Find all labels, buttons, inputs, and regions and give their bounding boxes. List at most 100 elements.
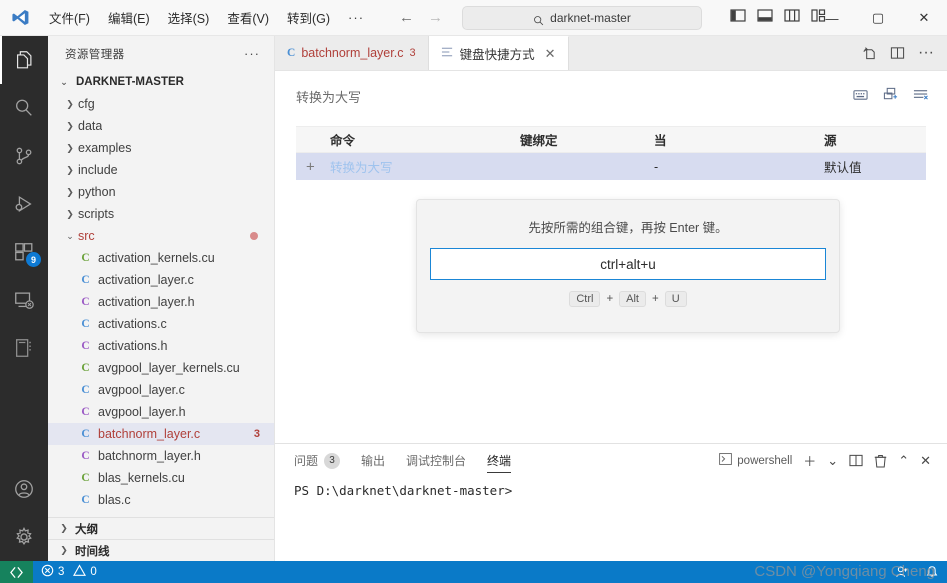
close-window-button[interactable]: ✕ [901, 0, 947, 36]
file-batchnorm-layer-h[interactable]: C batchnorm_layer.h [48, 445, 274, 467]
panel-tab-debug-console[interactable]: 调试控制台 [406, 444, 466, 477]
window-controls: — ▢ ✕ [809, 0, 947, 36]
file-icon-c: C [81, 494, 90, 506]
command-center-search[interactable]: darknet-master [462, 6, 702, 30]
terminal-prompt-line: PS D:\darknet\darknet-master> [294, 483, 513, 498]
activity-explorer[interactable] [0, 36, 48, 84]
panel-tab-terminal[interactable]: 终端 [487, 444, 512, 477]
status-account-icon[interactable] [887, 561, 917, 583]
file-activations-h[interactable]: C activations.h [48, 335, 274, 357]
file-activation-layer-c[interactable]: C activation_layer.c [48, 269, 274, 291]
error-count: 3 [58, 566, 65, 578]
table-row[interactable]: + 转换为大写 - 默认值 [296, 153, 926, 180]
tab-close-icon[interactable]: ✕ [545, 46, 556, 62]
activity-remote-explorer[interactable] [0, 276, 48, 324]
folder-include[interactable]: ❯ include [48, 159, 274, 181]
file-blas-kernels-cu[interactable]: C blas_kernels.cu [48, 467, 274, 489]
panel-tab-problems[interactable]: 问题 3 [294, 444, 341, 477]
column-header-keybinding: 键绑定 [520, 134, 558, 148]
menu-selection[interactable]: 选择(S) [159, 4, 219, 31]
file-avgpool-layer-kernels-cu[interactable]: C avgpool_layer_kernels.cu [48, 357, 274, 379]
status-notifications-bell-icon[interactable] [917, 561, 947, 583]
file-activation-layer-h[interactable]: C activation_layer.h [48, 291, 274, 313]
keybindings-search-input[interactable]: 转换为大写 [296, 85, 843, 108]
file-label: avgpool_layer_kernels.cu [98, 361, 240, 375]
chevron-right-icon: ❯ [66, 208, 74, 219]
activity-extensions[interactable]: 9 [0, 228, 48, 276]
keybindings-toolbar: 转换为大写 [275, 71, 947, 118]
close-panel-icon[interactable]: ✕ [920, 453, 931, 469]
split-editor-right-icon[interactable] [862, 46, 877, 61]
file-label: batchnorm_layer.h [98, 449, 201, 463]
sidebar-section-outline[interactable]: ❯ 大纲 [48, 517, 274, 539]
folder-data[interactable]: ❯ data [48, 115, 274, 137]
clear-filter-icon[interactable] [913, 88, 929, 106]
editor-more-actions-icon[interactable]: ··· [918, 44, 934, 62]
file-batchnorm-layer-c[interactable]: C batchnorm_layer.c 3 [48, 423, 274, 445]
menu-edit[interactable]: 编辑(E) [99, 4, 159, 31]
split-terminal-icon[interactable] [849, 454, 863, 467]
status-problems[interactable]: 3 0 [33, 561, 105, 583]
toggle-panel-icon[interactable] [757, 8, 773, 23]
activity-settings[interactable] [0, 513, 48, 561]
file-activations-c[interactable]: C activations.c [48, 313, 274, 335]
activity-source-control[interactable] [0, 132, 48, 180]
folder-examples[interactable]: ❯ examples [48, 137, 274, 159]
panel-tabs: 问题 3 输出 调试控制台 终端 powershell ＋ ⌄ ⌃ ✕ [275, 444, 947, 477]
cell-command-label: 转换为大写 [330, 161, 393, 175]
folder-label: scripts [78, 207, 115, 221]
split-editor-icon[interactable] [890, 46, 905, 60]
terminal-dropdown-icon[interactable]: ⌄ [827, 453, 838, 469]
terminal-shell-selector[interactable]: powershell [719, 453, 792, 468]
new-terminal-icon[interactable]: ＋ [803, 451, 816, 470]
folder-cfg[interactable]: ❯ cfg [48, 93, 274, 115]
toggle-primary-sidebar-icon[interactable] [730, 8, 746, 23]
menu-bar: 文件(F) 编辑(E) 选择(S) 查看(V) 转到(G) ··· [40, 4, 373, 31]
maximize-panel-icon[interactable]: ⌃ [898, 453, 909, 469]
menu-file[interactable]: 文件(F) [40, 4, 99, 31]
activity-notebook[interactable] [0, 324, 48, 372]
tab-keyboard-shortcuts[interactable]: 键盘快捷方式 ✕ [428, 36, 569, 70]
terminal-shell-name: powershell [737, 454, 793, 467]
folder-label: src [78, 229, 95, 243]
folder-python[interactable]: ❯ python [48, 181, 274, 203]
keybindings-icon [441, 46, 454, 61]
folder-src[interactable]: ⌄ src [48, 225, 274, 247]
file-activation-kernels-cu[interactable]: C activation_kernels.cu [48, 247, 274, 269]
status-remote-indicator[interactable] [0, 561, 33, 583]
folder-scripts[interactable]: ❯ scripts [48, 203, 274, 225]
menu-view[interactable]: 查看(V) [218, 4, 278, 31]
file-icon-h: C [81, 450, 90, 462]
activity-run-debug[interactable] [0, 180, 48, 228]
maximize-button[interactable]: ▢ [855, 0, 901, 36]
toggle-secondary-sidebar-icon[interactable] [784, 8, 800, 23]
panel-tab-label: 问题 [294, 454, 319, 468]
activity-search[interactable] [0, 84, 48, 132]
outline-label: 大纲 [75, 523, 98, 536]
keybindings-table: 命令 键绑定 当 源 + 转换为大写 - 默认值 [275, 126, 947, 180]
file-avgpool-layer-c[interactable]: C avgpool_layer.c [48, 379, 274, 401]
key-chip-ctrl: Ctrl [569, 291, 601, 307]
workspace-root-row[interactable]: ⌄ DARKNET-MASTER [48, 71, 274, 93]
file-avgpool-layer-h[interactable]: C avgpool_layer.h [48, 401, 274, 423]
keyboard-icon[interactable] [853, 88, 868, 106]
minimize-button[interactable]: — [809, 0, 855, 36]
forward-arrow-icon[interactable]: → [428, 9, 443, 26]
record-keys-icon[interactable] [883, 87, 898, 106]
add-keybinding-icon[interactable]: + [306, 158, 315, 175]
activity-accounts[interactable] [0, 465, 48, 513]
menu-more[interactable]: ··· [339, 8, 373, 27]
panel-tab-output[interactable]: 输出 [361, 444, 385, 477]
keybinding-capture-input[interactable]: ctrl+alt+u [430, 248, 826, 280]
define-keybinding-dialog: 先按所需的组合键，再按 Enter 键。 ctrl+alt+u Ctrl + A… [416, 199, 840, 333]
file-blas-c[interactable]: C blas.c [48, 489, 274, 511]
back-arrow-icon[interactable]: ← [399, 9, 414, 26]
sidebar-section-timeline[interactable]: ❯ 时间线 [48, 539, 274, 561]
kill-terminal-icon[interactable] [874, 454, 887, 468]
key-chip-alt: Alt [619, 291, 646, 307]
terminal-output[interactable]: PS D:\darknet\darknet-master> [275, 477, 947, 561]
menu-go[interactable]: 转到(G) [278, 4, 339, 31]
key-chip-u: U [664, 291, 687, 307]
tab-batchnorm-layer-c[interactable]: C batchnorm_layer.c 3 [275, 36, 429, 70]
explorer-more-actions[interactable]: ··· [244, 46, 260, 61]
